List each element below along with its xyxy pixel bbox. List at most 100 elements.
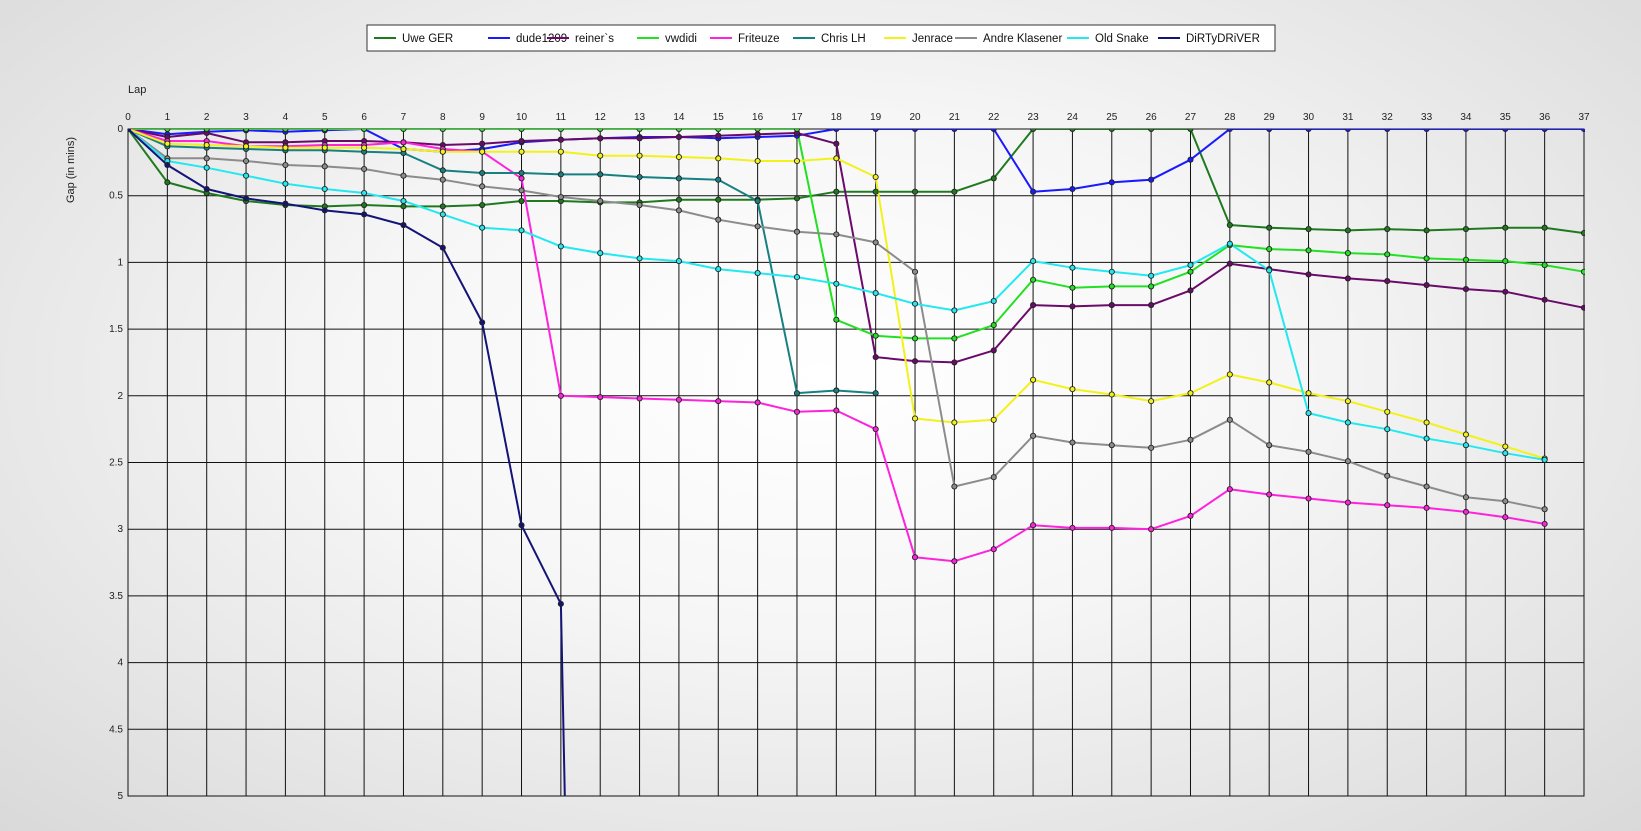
x-tick-label: 24 bbox=[1067, 112, 1079, 123]
data-point bbox=[1462, 286, 1469, 293]
data-point bbox=[715, 129, 722, 133]
data-point bbox=[282, 161, 289, 169]
data-point bbox=[1344, 458, 1351, 465]
x-tick-label: 23 bbox=[1028, 112, 1040, 123]
data-point bbox=[361, 165, 368, 173]
data-point bbox=[833, 407, 840, 414]
data-point bbox=[675, 396, 682, 403]
data-point bbox=[1462, 225, 1469, 233]
data-point bbox=[636, 201, 643, 209]
data-point bbox=[1069, 439, 1076, 446]
x-tick-label: 5 bbox=[322, 112, 328, 123]
data-point bbox=[951, 558, 958, 565]
data-point bbox=[1030, 276, 1037, 283]
data-point bbox=[675, 129, 682, 133]
data-point bbox=[872, 129, 879, 133]
x-tick-label: 31 bbox=[1342, 112, 1354, 123]
data-point bbox=[1148, 272, 1155, 279]
data-point bbox=[1069, 264, 1076, 271]
data-point bbox=[1187, 268, 1194, 275]
data-point bbox=[1423, 129, 1430, 133]
data-point bbox=[1541, 296, 1548, 303]
x-tick-label: 36 bbox=[1539, 112, 1551, 123]
data-point bbox=[990, 129, 997, 133]
data-point bbox=[1502, 443, 1509, 450]
data-point bbox=[754, 223, 761, 230]
data-point bbox=[754, 270, 761, 277]
data-point bbox=[1541, 456, 1548, 463]
data-point bbox=[872, 173, 879, 181]
data-point bbox=[479, 129, 486, 133]
data-point bbox=[1305, 225, 1312, 233]
data-point bbox=[203, 155, 210, 162]
data-point bbox=[1226, 260, 1233, 267]
data-point bbox=[597, 152, 604, 159]
data-point bbox=[833, 387, 840, 394]
data-point bbox=[1462, 256, 1469, 263]
data-point bbox=[1344, 275, 1351, 282]
data-point bbox=[518, 187, 525, 194]
data-point bbox=[1226, 416, 1233, 423]
data-point bbox=[1384, 502, 1391, 509]
x-tick-label: 35 bbox=[1500, 112, 1512, 123]
data-point bbox=[1069, 524, 1076, 531]
data-point bbox=[793, 408, 801, 415]
data-point bbox=[636, 135, 643, 142]
data-point bbox=[1462, 129, 1469, 133]
data-point bbox=[243, 195, 250, 202]
data-point bbox=[833, 155, 840, 162]
x-tick-label: 10 bbox=[516, 112, 528, 123]
data-point bbox=[1187, 512, 1194, 519]
x-tick-label: 25 bbox=[1106, 112, 1118, 123]
x-tick-label: 18 bbox=[831, 112, 843, 123]
x-tick-label: 26 bbox=[1146, 112, 1158, 123]
data-point bbox=[951, 419, 958, 426]
data-point bbox=[1423, 483, 1430, 490]
data-point bbox=[518, 137, 525, 145]
data-point bbox=[597, 197, 604, 205]
data-point bbox=[439, 244, 446, 251]
x-tick-label: 19 bbox=[870, 112, 882, 123]
data-point bbox=[1541, 129, 1548, 133]
data-point bbox=[675, 258, 682, 265]
y-tick-label: 5 bbox=[117, 791, 123, 802]
data-point bbox=[479, 224, 486, 231]
data-point bbox=[793, 129, 801, 133]
data-point bbox=[439, 176, 446, 183]
data-point bbox=[715, 155, 722, 162]
data-point bbox=[833, 129, 840, 133]
y-tick-label: 1.5 bbox=[109, 324, 123, 335]
data-point bbox=[1344, 499, 1351, 506]
data-point bbox=[557, 148, 564, 155]
y-tick-label: 2 bbox=[117, 391, 123, 402]
series-line bbox=[128, 129, 1584, 193]
data-point bbox=[1580, 268, 1585, 275]
data-point bbox=[479, 140, 486, 147]
data-point bbox=[1502, 288, 1509, 295]
data-point bbox=[400, 172, 407, 179]
data-point bbox=[518, 169, 525, 177]
data-point bbox=[282, 144, 289, 151]
marker-layer bbox=[128, 129, 1585, 607]
data-point bbox=[1423, 227, 1430, 234]
data-point bbox=[518, 148, 525, 155]
legend-label: Friteuze bbox=[738, 33, 780, 45]
x-tick-label: 29 bbox=[1264, 112, 1276, 123]
data-point bbox=[715, 176, 722, 183]
data-point bbox=[675, 196, 682, 203]
data-point bbox=[833, 316, 840, 323]
x-tick-label: 33 bbox=[1421, 112, 1433, 123]
data-point bbox=[1502, 258, 1509, 265]
data-point bbox=[1226, 371, 1233, 378]
data-point bbox=[321, 129, 328, 133]
data-point bbox=[1423, 419, 1430, 426]
data-point bbox=[1148, 302, 1155, 309]
data-point bbox=[1226, 129, 1233, 133]
y-tick-labels: 0 0.5 1 1.5 2 2.5 3 3.5 4 4.5 5 bbox=[109, 124, 123, 802]
data-point bbox=[1069, 386, 1076, 393]
data-point bbox=[400, 129, 407, 133]
data-point bbox=[872, 354, 879, 361]
y-axis-title: Gap (in mins) bbox=[65, 137, 77, 203]
data-point bbox=[951, 335, 958, 342]
data-point bbox=[1030, 129, 1037, 133]
